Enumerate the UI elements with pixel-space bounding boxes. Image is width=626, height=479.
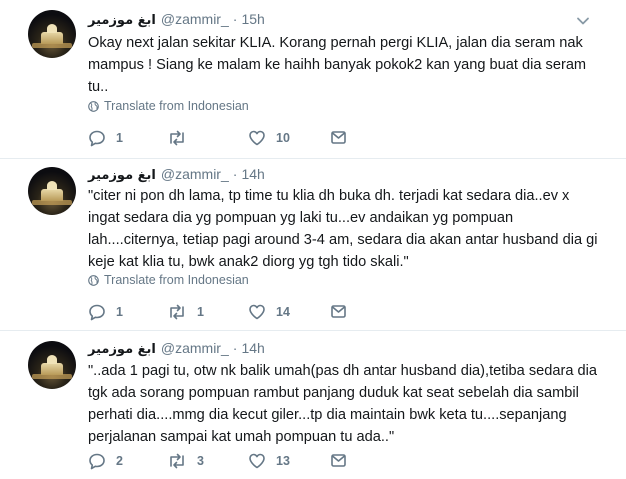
retweet-button[interactable]: 1 (167, 303, 204, 321)
avatar[interactable] (28, 167, 76, 215)
display-name[interactable]: ابغ موزمير (88, 342, 156, 357)
heart-icon (249, 453, 265, 469)
username[interactable]: @zammir_ (161, 166, 229, 182)
chevron-down-icon[interactable] (576, 14, 590, 28)
globe-icon (88, 274, 99, 286)
direct-message-button[interactable] (330, 452, 347, 469)
reply-icon (89, 453, 105, 470)
reply-button[interactable]: 1 (88, 303, 123, 321)
like-button[interactable]: 14 (248, 303, 290, 321)
tweet-text: Okay next jalan sekitar KLIA. Korang per… (88, 35, 587, 95)
timestamp[interactable]: 14h (241, 340, 264, 356)
retweet-icon (170, 453, 184, 469)
separator: · (232, 166, 238, 182)
translate-link[interactable]: Translate from Indonesian (88, 273, 249, 287)
tweet-actions: 1 10 (88, 129, 388, 149)
username[interactable]: @zammir_ (161, 340, 229, 356)
retweet-button[interactable] (167, 129, 197, 147)
like-button[interactable]: 13 (248, 452, 290, 470)
reply-count: 1 (116, 305, 123, 319)
envelope-icon (331, 454, 346, 467)
separator: · (232, 11, 238, 27)
avatar[interactable] (28, 341, 76, 389)
username[interactable]: @zammir_ (161, 11, 229, 27)
retweet-count: 1 (197, 305, 204, 319)
heart-icon (249, 130, 265, 146)
reply-button[interactable]: 1 (88, 129, 123, 147)
reply-icon (89, 130, 105, 147)
timestamp[interactable]: 15h (241, 11, 264, 27)
tweet-actions: 1 1 14 (88, 303, 388, 323)
like-count: 13 (276, 454, 290, 468)
tweet[interactable]: ابغ موزمير @zammir_ · 14h "..ada 1 pagi … (0, 331, 626, 479)
reply-icon (89, 304, 105, 321)
tweet-actions: 2 3 13 (88, 452, 388, 472)
timestamp[interactable]: 14h (241, 166, 264, 182)
heart-icon (249, 304, 265, 320)
display-name[interactable]: ابغ موزمير (88, 13, 156, 28)
like-count: 10 (276, 131, 290, 145)
tweet-text: "citer ni pon dh lama, tp time tu klia d… (88, 188, 598, 270)
like-button[interactable]: 10 (248, 129, 290, 147)
tweet-header: ابغ موزمير @zammir_ · 14h (88, 166, 265, 184)
avatar[interactable] (28, 10, 76, 58)
display-name[interactable]: ابغ موزمير (88, 168, 156, 183)
tweet-header: ابغ موزمير @zammir_ · 15h (88, 11, 265, 29)
tweet-text: "..ada 1 pagi tu, otw nk balik umah(pas … (88, 363, 597, 445)
direct-message-button[interactable] (330, 129, 347, 146)
direct-message-button[interactable] (330, 303, 347, 320)
reply-count: 2 (116, 454, 123, 468)
translate-label[interactable]: Translate from Indonesian (104, 99, 249, 113)
timeline: ابغ موزمير @zammir_ · 15h Okay next jala… (0, 0, 626, 479)
translate-label[interactable]: Translate from Indonesian (104, 273, 249, 287)
globe-icon (88, 100, 99, 112)
reply-count: 1 (116, 131, 123, 145)
retweet-button[interactable]: 3 (167, 452, 204, 470)
envelope-icon (331, 131, 346, 144)
retweet-icon (170, 304, 184, 320)
tweet[interactable]: ابغ موزمير @zammir_ · 14h "citer ni pon … (0, 159, 626, 331)
retweet-count: 3 (197, 454, 204, 468)
separator: · (232, 340, 238, 356)
reply-button[interactable]: 2 (88, 452, 123, 470)
translate-link[interactable]: Translate from Indonesian (88, 99, 249, 113)
like-count: 14 (276, 305, 290, 319)
envelope-icon (331, 305, 346, 318)
retweet-icon (170, 130, 184, 146)
tweet-header: ابغ موزمير @zammir_ · 14h (88, 340, 265, 358)
tweet[interactable]: ابغ موزمير @zammir_ · 15h Okay next jala… (0, 0, 626, 159)
